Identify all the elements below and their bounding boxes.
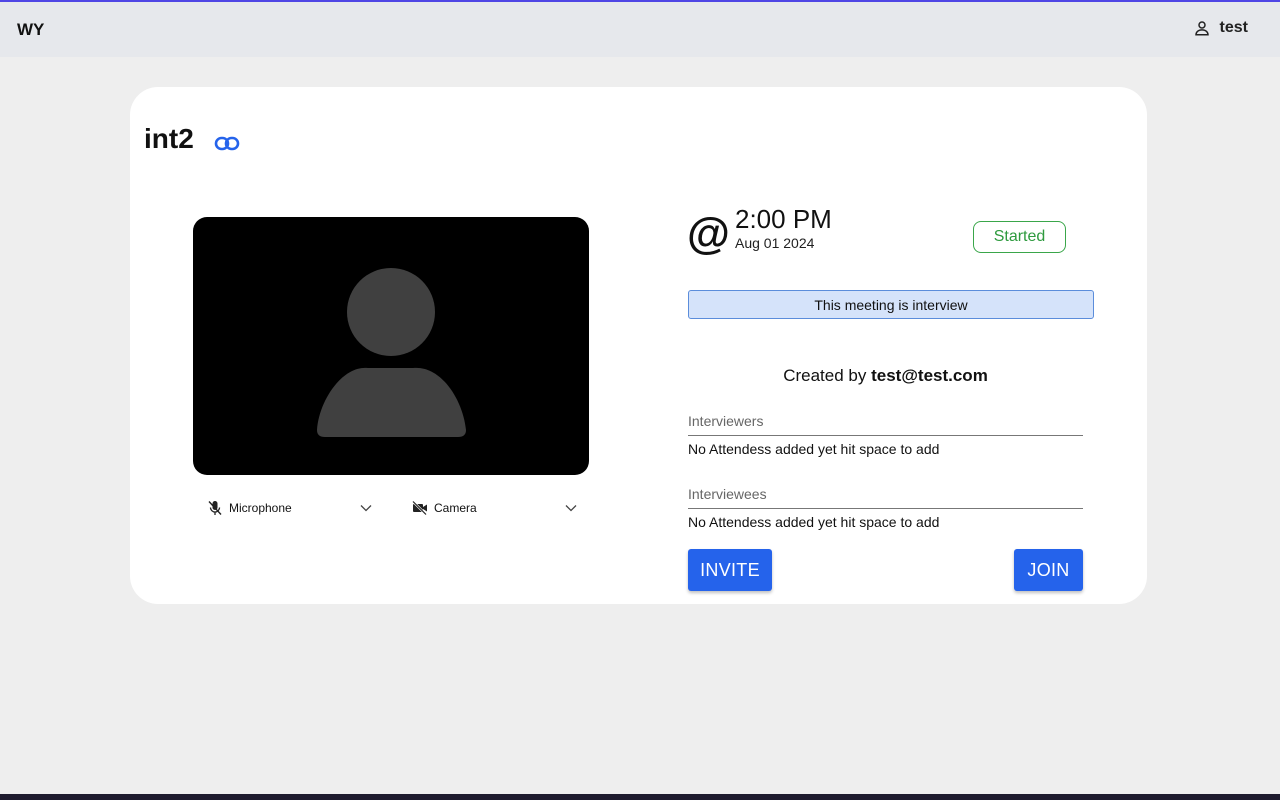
meeting-time: 2:00 PM (735, 204, 832, 234)
status-badge: Started (973, 221, 1066, 253)
user-name: test (1219, 19, 1248, 36)
camera-off-icon (412, 500, 427, 516)
at-symbol: @ (687, 209, 730, 258)
video-preview (193, 217, 589, 475)
created-by-prefix: Created by (783, 366, 867, 385)
interviewers-label: Interviewers (688, 413, 764, 429)
creator-email: test@test.com (871, 366, 988, 385)
created-by: Created by test@test.com (687, 366, 1084, 386)
interviewees-input[interactable]: No Attendess added yet hit space to add (688, 514, 939, 530)
meeting-date: Aug 01 2024 (735, 235, 815, 251)
meeting-type-notice: This meeting is interview (688, 290, 1094, 319)
chevron-down-icon (360, 505, 372, 512)
camera-label: Camera (434, 501, 477, 515)
interviewees-divider (688, 508, 1083, 509)
invite-button[interactable]: INVITE (688, 549, 772, 591)
avatar-placeholder-icon (317, 268, 466, 437)
meeting-title: int2 (144, 123, 194, 154)
link-icon[interactable] (214, 133, 240, 155)
microphone-select[interactable]: Microphone (207, 497, 373, 519)
app-viewport: WY test int2 Microphone Camera @ 2:00 PM… (0, 0, 1280, 794)
microphone-off-icon (208, 501, 222, 515)
camera-select[interactable]: Camera (412, 497, 578, 519)
chevron-down-icon (565, 505, 577, 512)
meeting-details: @ 2:00 PM Aug 01 2024 Started This meeti… (687, 87, 1107, 604)
interviewers-input[interactable]: No Attendess added yet hit space to add (688, 441, 939, 457)
interviewees-label: Interviewees (688, 486, 767, 502)
brand-logo[interactable]: WY (17, 20, 44, 40)
microphone-label: Microphone (229, 501, 292, 515)
join-button[interactable]: JOIN (1014, 549, 1083, 591)
top-bar: WY test (0, 2, 1280, 57)
user-icon (1194, 21, 1209, 36)
meeting-card: int2 Microphone Camera @ 2:00 PM Aug 01 … (130, 87, 1147, 604)
interviewers-divider (688, 435, 1083, 436)
user-menu[interactable]: test (1193, 19, 1248, 37)
